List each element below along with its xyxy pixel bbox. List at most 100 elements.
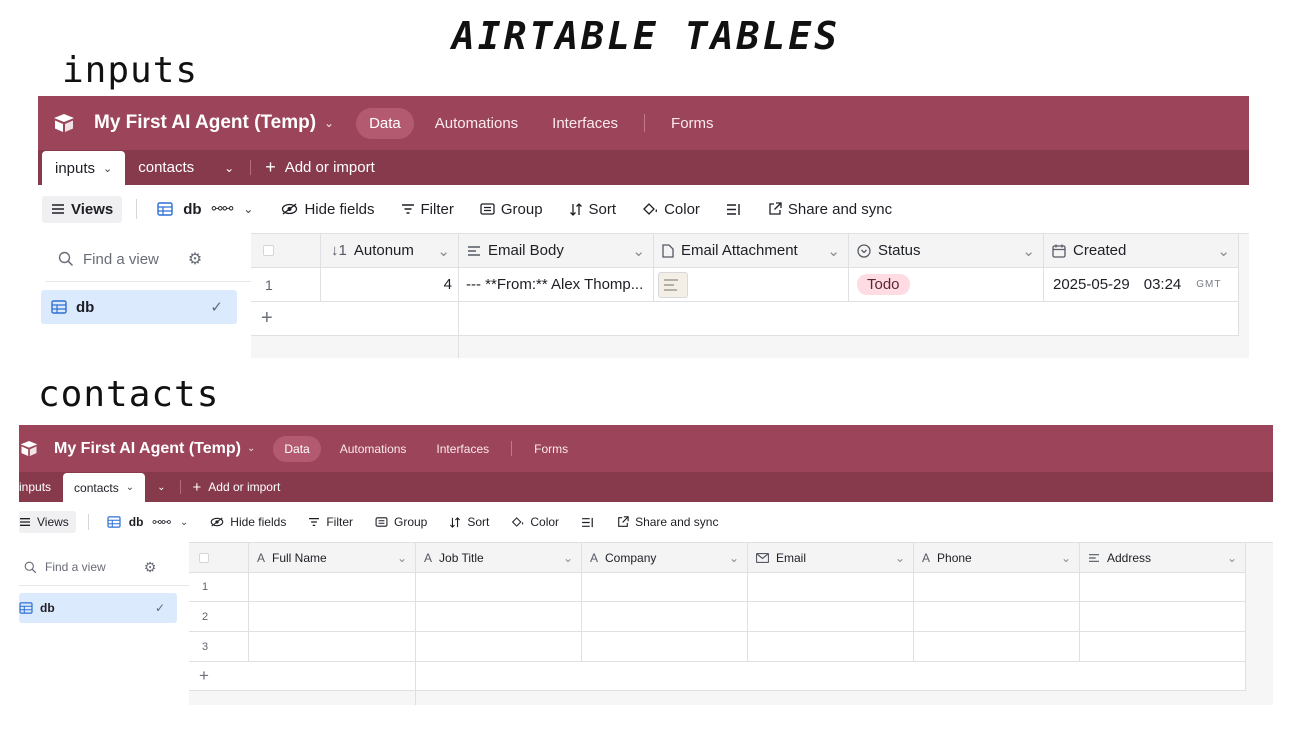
column-header-autonum[interactable]: ↓1 Autonum ⌄ <box>321 234 459 268</box>
sidebar-view-db[interactable]: db ✓ <box>19 593 177 623</box>
chevron-down-icon[interactable]: ⌄ <box>103 162 112 175</box>
nav-data[interactable]: Data <box>356 107 414 139</box>
color-button[interactable]: Color <box>511 515 559 529</box>
chevron-down-icon[interactable]: ⌄ <box>397 551 407 565</box>
cell-full-name[interactable] <box>249 573 416 602</box>
sort-button[interactable]: Sort <box>449 515 489 529</box>
cell-full-name[interactable] <box>249 632 416 662</box>
select-all-checkbox[interactable] <box>263 245 274 256</box>
plus-icon[interactable]: + <box>199 666 209 686</box>
table-row[interactable]: 3 <box>189 632 1246 662</box>
filter-button[interactable]: Filter <box>308 515 353 529</box>
add-row-cell[interactable]: + <box>251 302 459 336</box>
views-button[interactable]: Views <box>42 195 123 223</box>
attachment-thumbnail[interactable] <box>658 271 688 298</box>
table-row[interactable]: 1 4 --- **From:** Alex Thomp... Todo 202… <box>251 268 1239 302</box>
nav-forms[interactable]: Forms <box>534 442 568 456</box>
group-button[interactable]: Group <box>480 201 543 218</box>
plus-icon[interactable]: + <box>261 307 273 330</box>
column-header-phone[interactable]: A Phone ⌄ <box>914 543 1080 573</box>
chevron-down-icon[interactable]: ⌄ <box>243 202 253 216</box>
chevron-down-icon[interactable]: ⌄ <box>247 443 255 454</box>
table-row[interactable]: 2 <box>189 602 1246 632</box>
cell-status[interactable]: Todo <box>849 268 1044 302</box>
select-all-cell[interactable] <box>251 234 321 268</box>
filter-button[interactable]: Filter <box>401 201 454 218</box>
chevron-down-icon[interactable]: ⌄ <box>632 242 645 260</box>
cell-phone[interactable] <box>914 602 1080 632</box>
gear-icon[interactable]: ⚙ <box>188 249 202 269</box>
chevron-down-icon[interactable]: ⌄ <box>1061 551 1071 565</box>
tab-inputs[interactable]: inputs <box>19 472 51 502</box>
cell-phone[interactable] <box>914 573 1080 602</box>
airtable-logo-icon[interactable] <box>52 113 76 133</box>
column-header-job-title[interactable]: A Job Title ⌄ <box>416 543 582 573</box>
row-height-button[interactable] <box>726 203 748 216</box>
cell-created[interactable]: 2025-05-29 03:24 GMT <box>1044 268 1239 302</box>
cell-full-name[interactable] <box>249 602 416 632</box>
cell-email-attachment[interactable] <box>654 268 849 302</box>
chevron-down-icon[interactable]: ⌄ <box>563 551 573 565</box>
cell-address[interactable] <box>1080 632 1246 662</box>
base-name[interactable]: My First AI Agent (Temp) <box>54 440 241 458</box>
column-header-email-body[interactable]: Email Body ⌄ <box>459 234 654 268</box>
chevron-down-icon[interactable]: ⌄ <box>1217 242 1230 260</box>
gear-icon[interactable]: ⚙ <box>144 559 157 576</box>
select-all-cell[interactable] <box>189 543 249 573</box>
column-header-company[interactable]: A Company ⌄ <box>582 543 748 573</box>
nav-forms[interactable]: Forms <box>671 115 714 132</box>
nav-interfaces[interactable]: Interfaces <box>436 442 489 456</box>
views-button[interactable]: Views <box>19 511 76 533</box>
add-row[interactable]: + <box>189 662 1246 691</box>
cell-company[interactable] <box>582 573 748 602</box>
column-header-address[interactable]: Address ⌄ <box>1080 543 1246 573</box>
cell-address[interactable] <box>1080 573 1246 602</box>
sort-button[interactable]: Sort <box>569 201 616 218</box>
column-header-email[interactable]: Email ⌄ <box>748 543 914 573</box>
share-and-sync-button[interactable]: Share and sync <box>768 201 892 218</box>
current-view-button[interactable]: db ⚯⚯ ⌄ <box>107 515 188 529</box>
find-a-view-field[interactable]: Find a view ⚙ <box>58 246 251 272</box>
find-a-view-field[interactable]: Find a view ⚙ <box>24 555 189 579</box>
tables-menu-chevron-icon[interactable]: ⌄ <box>157 472 165 502</box>
nav-automations[interactable]: Automations <box>435 115 518 132</box>
row-height-button[interactable] <box>581 517 601 528</box>
tables-menu-chevron-icon[interactable]: ⌄ <box>224 150 234 185</box>
add-row[interactable]: + <box>251 302 1239 336</box>
table-row[interactable]: 1 <box>189 573 1246 602</box>
cell-email[interactable] <box>748 632 914 662</box>
share-and-sync-button[interactable]: Share and sync <box>617 515 718 529</box>
add-or-import-button[interactable]: + Add or import <box>265 150 375 185</box>
add-or-import-button[interactable]: + Add or import <box>193 472 281 502</box>
hide-fields-button[interactable]: Hide fields <box>281 201 375 218</box>
tab-inputs[interactable]: inputs ⌄ <box>42 151 126 185</box>
base-name[interactable]: My First AI Agent (Temp) <box>94 112 316 134</box>
column-header-created[interactable]: Created ⌄ <box>1044 234 1239 268</box>
chevron-down-icon[interactable]: ⌄ <box>827 242 840 260</box>
cell-address[interactable] <box>1080 602 1246 632</box>
nav-automations[interactable]: Automations <box>340 442 407 456</box>
cell-company[interactable] <box>582 602 748 632</box>
cell-email-body[interactable]: --- **From:** Alex Thomp... <box>459 268 654 302</box>
cell-job-title[interactable] <box>416 573 582 602</box>
chevron-down-icon[interactable]: ⌄ <box>324 116 334 130</box>
group-button[interactable]: Group <box>375 515 427 529</box>
cell-autonum[interactable]: 4 <box>321 268 459 302</box>
column-header-full-name[interactable]: A Full Name ⌄ <box>249 543 416 573</box>
column-header-email-attachment[interactable]: Email Attachment ⌄ <box>654 234 849 268</box>
tab-contacts[interactable]: contacts <box>138 150 194 185</box>
cell-phone[interactable] <box>914 632 1080 662</box>
chevron-down-icon[interactable]: ⌄ <box>1227 551 1237 565</box>
cell-email[interactable] <box>748 573 914 602</box>
cell-job-title[interactable] <box>416 632 582 662</box>
chevron-down-icon[interactable]: ⌄ <box>180 517 188 528</box>
chevron-down-icon[interactable]: ⌄ <box>1022 242 1035 260</box>
sidebar-view-db[interactable]: db ✓ <box>41 290 237 324</box>
select-all-checkbox[interactable] <box>199 552 209 563</box>
chevron-down-icon[interactable]: ⌄ <box>437 242 450 260</box>
column-header-status[interactable]: Status ⌄ <box>849 234 1044 268</box>
cell-email[interactable] <box>748 602 914 632</box>
current-view-button[interactable]: db ⚯⚯ ⌄ <box>157 201 253 218</box>
airtable-logo-icon[interactable] <box>19 440 39 457</box>
nav-data[interactable]: Data <box>273 435 321 462</box>
